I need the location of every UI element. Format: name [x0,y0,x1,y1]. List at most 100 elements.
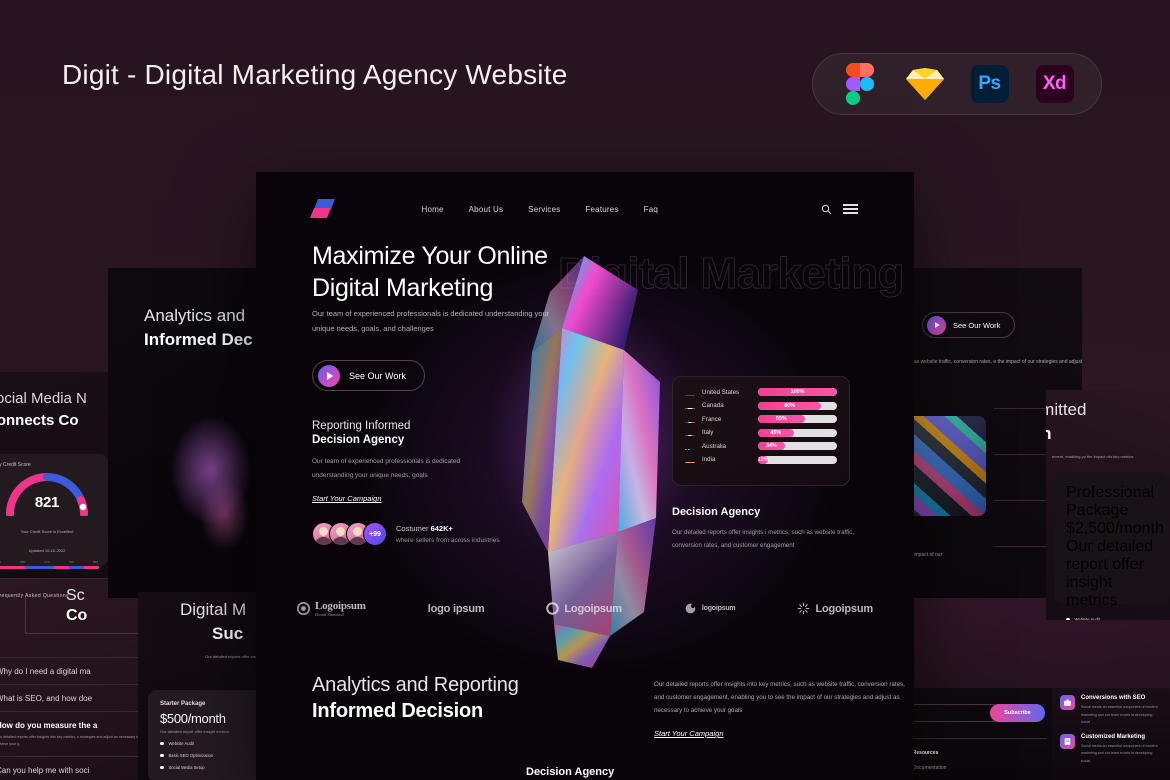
footer-column-item[interactable]: Documentation [913,765,947,771]
hero-subtitle: Our team of experienced professionals is… [312,309,550,334]
nav-item-features[interactable]: Features [585,205,618,214]
faq-heading-1: Sc [66,587,85,604]
partner-logo-name: Logoipsum [815,602,873,615]
partner-logo-name: Logoipsum [564,602,622,615]
chart-category-label: United States [702,388,740,396]
chart-category-label: Canada [702,402,724,409]
partner-logo: logoipsum [684,602,736,615]
chart-value-label: 45% [770,429,782,436]
feature-card-title: Customized Marketing [1081,733,1146,740]
faq-divider-horizontal [25,633,145,634]
partner-logo: Logoipsum [797,602,873,615]
credit-score-updated: Updated 10-10-2022 [28,548,66,554]
faq-question: Can you help me with soci [0,766,90,776]
analytics-copy: Our detailed reports offer insights into… [654,678,914,741]
chart-track: 80% [758,401,837,410]
feature-card: Customized Marketing Social media an ess… [1052,727,1170,766]
starter-package-card: Starter Package $500/month Our detailed … [148,690,260,780]
logo-circle-icon [296,602,310,615]
pricing-left-paragraph: Our detailed reports offer insight of ou… [205,654,260,659]
faq-item[interactable]: Why do I need a digital ma [0,657,145,684]
figma-icon[interactable] [839,63,881,105]
nav-item-home[interactable]: Home [422,205,444,214]
feature-card: Conversions with SEO Social media an ess… [1052,688,1170,727]
nav-links: Home About Us Services Features Faq [422,205,659,214]
scale-tick: 580 [20,560,26,565]
starter-package-price: $500/month [160,711,226,726]
sketch-icon[interactable] [904,63,946,105]
faq-item-expanded[interactable]: How do you measure the a Our detailed re… [0,711,145,756]
start-your-campaign-link-bottom[interactable]: Start Your Campaign [654,729,724,738]
partner-logo-name: logoipsum [701,605,736,612]
see-our-work-button-secondary[interactable]: See Our Work [922,312,1016,338]
partner-logo-name: logo ipsum [427,602,485,615]
analytics-heading-1: Analytics and [144,306,246,325]
faq-question: How do you measure the a [0,721,98,730]
credit-score-title: My Credit Score [0,462,31,468]
panel-footer: ur email Subscribe Company Blog Resource… [900,688,1070,780]
nav-item-faq[interactable]: Faq [644,205,658,214]
nav-item-services[interactable]: Services [528,205,560,214]
logo-dot-icon [685,603,696,614]
flag-it-icon [685,429,695,436]
analytics-reporting-section: Analytics and Reporting Informed Decisio… [312,674,905,778]
photoshop-icon[interactable]: Ps [969,63,1011,105]
professional-package-name: Professional Package [1066,484,1155,519]
customer-sub: where sellers from across industries [396,537,500,544]
chart-row: India 10% [685,455,837,464]
package-feature: Social Media Setup [160,765,258,770]
feature-label: Basic SEO Optimization [168,753,214,758]
credit-score-status: Your Credit Score is Excellent [20,529,74,534]
reporting-block: Reporting Informed Decision Agency Our t… [312,420,527,506]
hamburger-menu-icon[interactable] [843,204,858,214]
starter-package-name: Starter Package [160,701,206,707]
bullet-icon [1066,617,1070,620]
see-our-work-button[interactable]: See Our Work [312,360,425,391]
chart-row: Italy 45% [685,428,837,437]
customer-count: 642K+ [430,524,453,533]
credit-score-scale: 300 580 670 740 850 [0,560,99,570]
site-navbar: Home About Us Services Features Faq [256,194,914,224]
feature-label: Website Audit [168,741,195,746]
analytics-heading-2: Informed Dec [144,330,253,349]
hero-mockup: Home About Us Services Features Faq Digi… [256,172,914,780]
social-heading-2: Connects Co [0,412,79,429]
panel-feature-cards: Conversions with SEO Social media an ess… [1052,688,1170,780]
flag-ca-icon [685,402,695,409]
reporting-line-1: Reporting Informed [312,420,411,432]
subscribe-button[interactable]: Subscribe [990,704,1045,722]
feature-label: Social Media Setup [168,765,205,770]
customer-text: Costumer 642K+ where sellers from across… [396,524,500,544]
scale-tick: 740 [68,560,74,565]
see-our-work-label: See Our Work [349,370,406,381]
feature-card-desc: Social media an essential component of m… [1081,743,1158,763]
chart-row: Australia 34% [685,442,837,450]
faq-divider-vertical [25,597,26,633]
nav-item-about-us[interactable]: About Us [469,205,504,214]
starter-package-desc: Our detailed report offer insight metric… [160,729,230,734]
see-our-work-label: See Our Work [953,320,1001,330]
feature-label: Website Audit [1074,617,1101,620]
credit-score-value: 821 [34,494,60,511]
partner-logo: Logoipsum Brand Standard [296,600,366,617]
hero-title-line-2: Digital Marketing [312,274,494,302]
flag-us-icon [685,389,695,396]
start-your-campaign-link[interactable]: Start Your Campaign [312,494,382,503]
country-stats-chart: United States 100% Canada 80% France 59%… [672,376,850,486]
scale-tick: 850 [92,560,98,565]
decision-agency-label-bottom: Decision Agency [526,766,615,778]
page-title: Digit - Digital Marketing Agency Website [62,59,568,90]
bullet-icon [160,765,164,770]
adobexd-icon[interactable]: Xd [1034,63,1076,105]
professional-package-card: Professional Package $2,500/month Our de… [1054,472,1170,620]
document-icon [1060,733,1075,749]
search-icon[interactable] [821,204,832,215]
site-logo-icon[interactable] [309,198,340,220]
faq-item[interactable]: What is SEO, and how doe [0,684,145,711]
feature-card-desc: Social media an essential component of m… [1081,705,1158,725]
faq-item[interactable]: Can you help me with soci [0,756,145,780]
partner-logo: logo ipsum [428,603,485,615]
newsletter-email-input[interactable]: ur email [900,704,1002,722]
play-icon [927,315,946,335]
faq-list: Why do I need a digital ma What is SEO, … [0,657,145,780]
